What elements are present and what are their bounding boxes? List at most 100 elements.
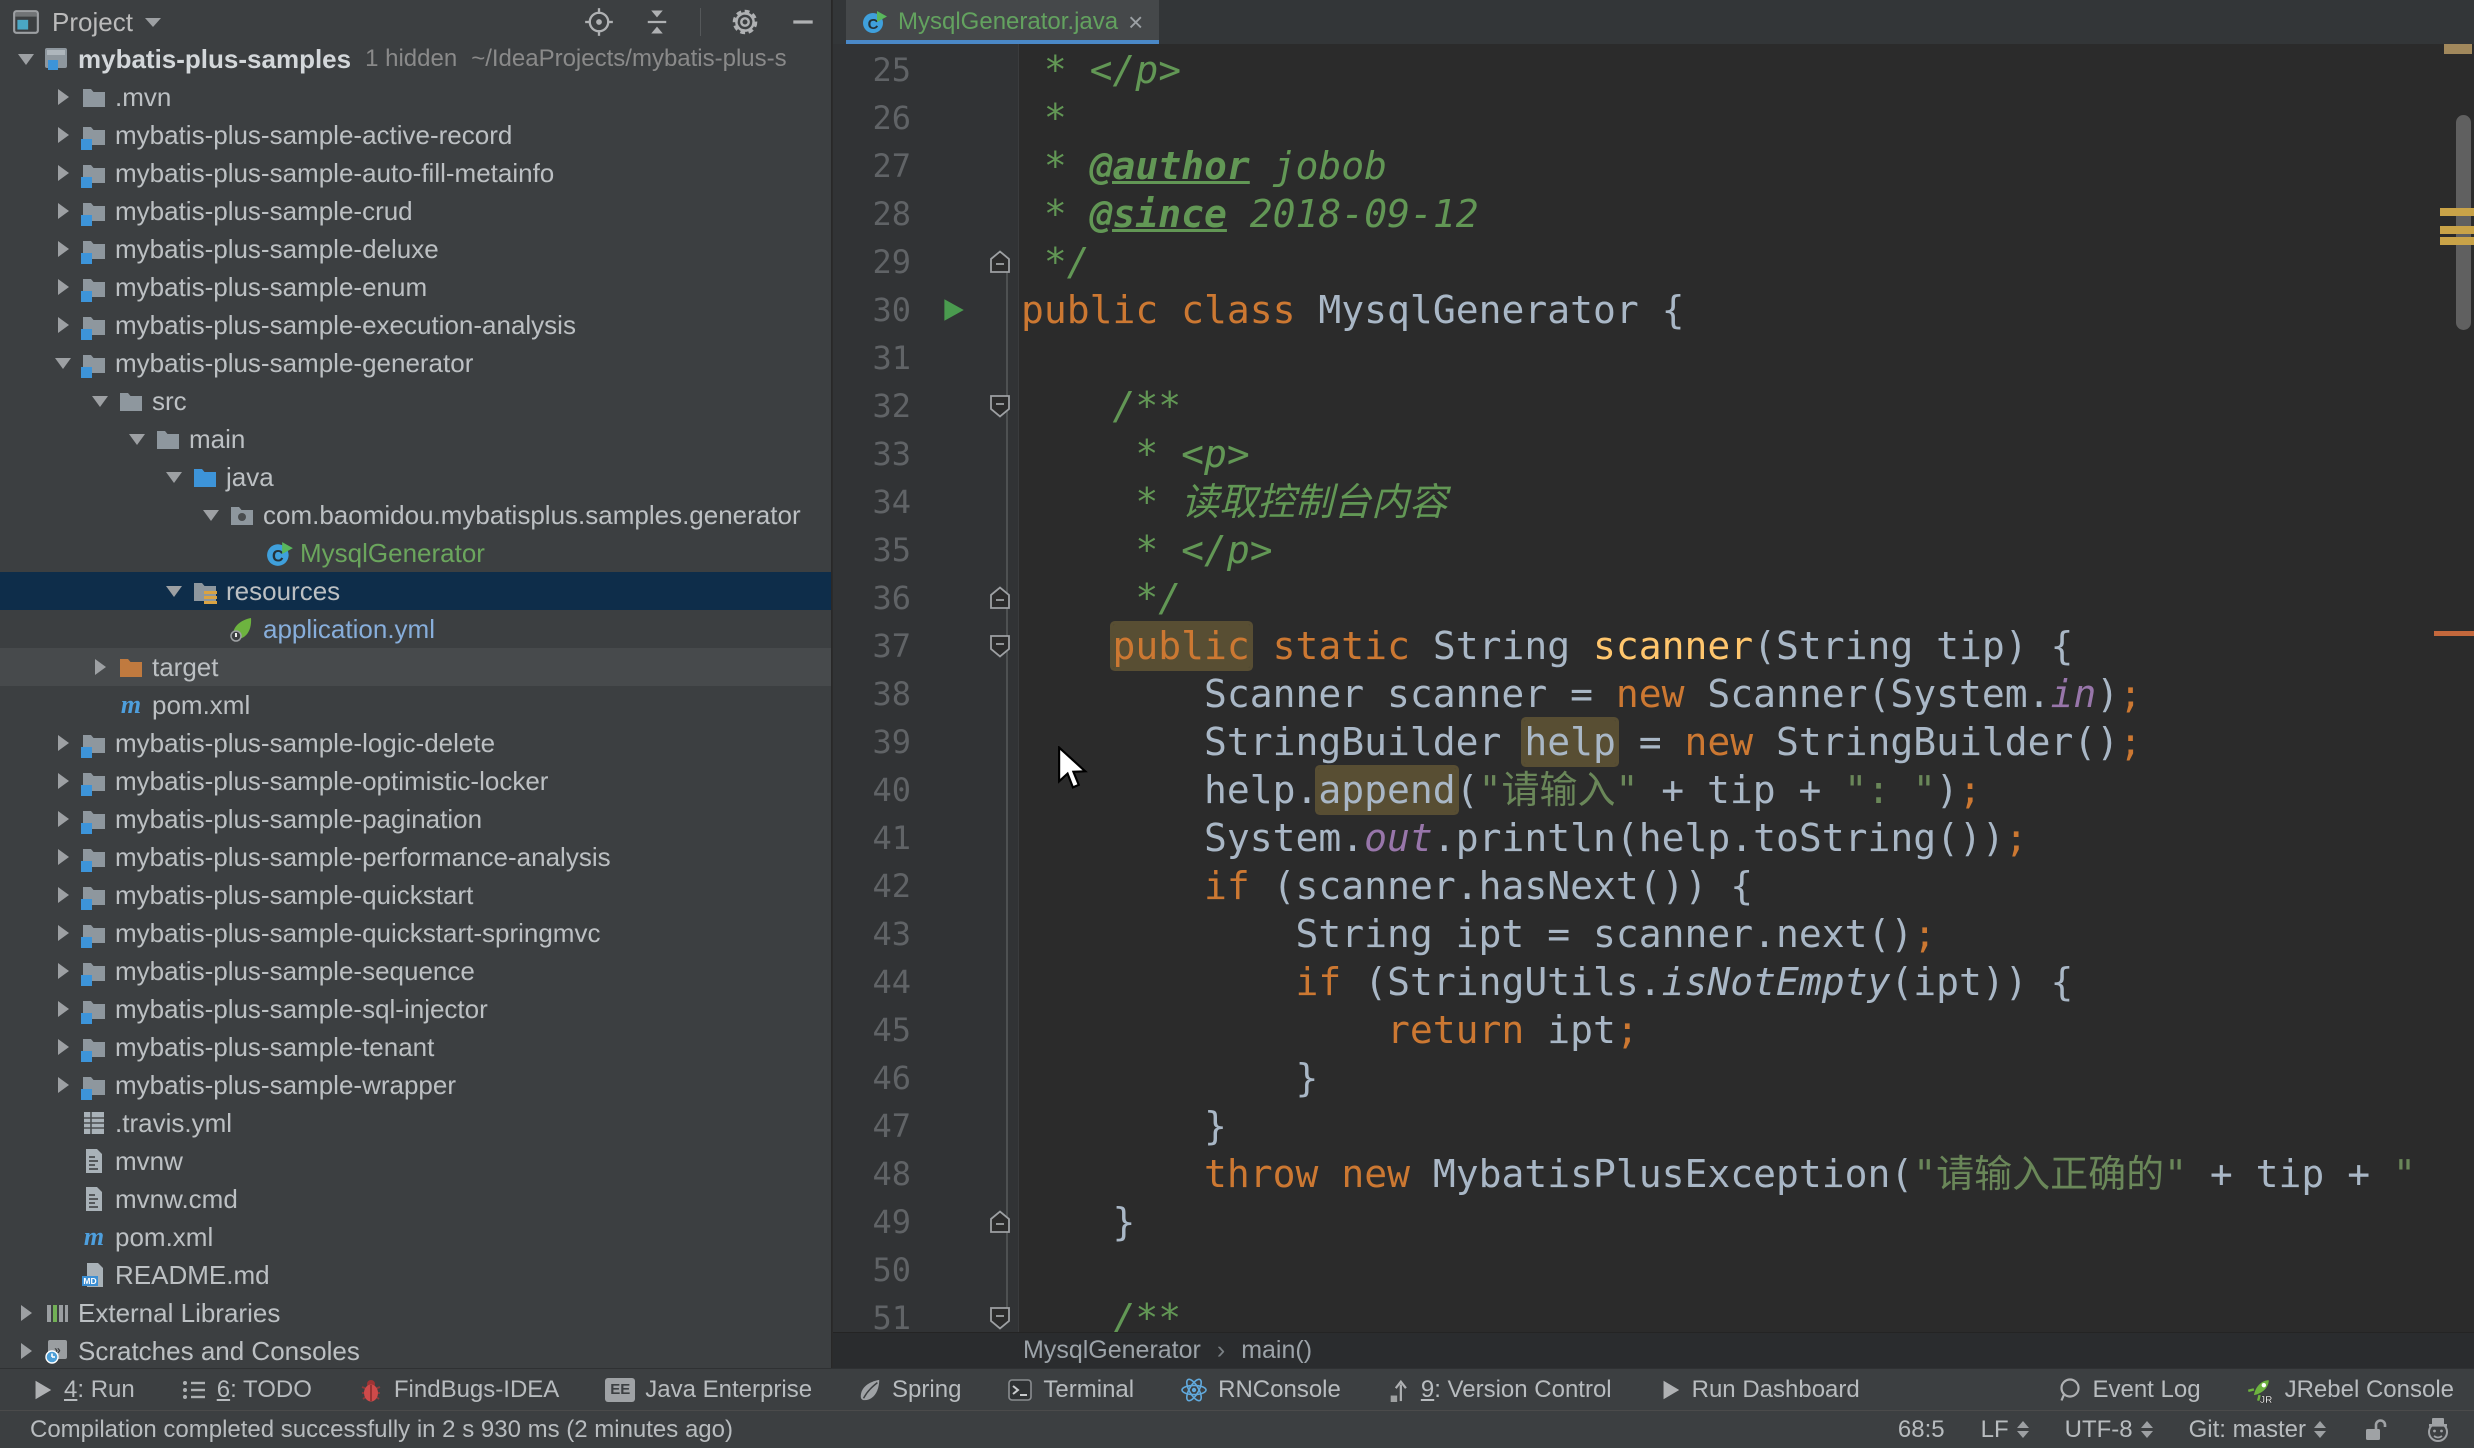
code-line-41[interactable]: 41 System.out.println(help.toString()); bbox=[833, 814, 2474, 862]
chevron-down-icon[interactable] bbox=[144, 17, 161, 27]
tree-item-mybatis-plus-sample-active-record[interactable]: mybatis-plus-sample-active-record bbox=[0, 116, 831, 154]
line-number[interactable]: 35 bbox=[833, 531, 911, 569]
stripe-mark-tan[interactable] bbox=[2444, 44, 2472, 54]
chevron-expanded-icon[interactable] bbox=[162, 464, 188, 490]
stripe-mark-yellow-3[interactable] bbox=[2440, 237, 2474, 245]
chevron-collapsed-icon[interactable] bbox=[51, 198, 77, 224]
chevron-collapsed-icon[interactable] bbox=[51, 996, 77, 1022]
code-line-46[interactable]: 46 } bbox=[833, 1054, 2474, 1102]
locate-file-icon[interactable] bbox=[584, 7, 614, 37]
code-line-29[interactable]: 29 */ bbox=[833, 238, 2474, 286]
chevron-collapsed-icon[interactable] bbox=[51, 920, 77, 946]
gear-icon[interactable] bbox=[729, 6, 761, 38]
code-line-48[interactable]: 48 throw new MybatisPlusException("请输入正确… bbox=[833, 1150, 2474, 1198]
toolwindow-button-todo[interactable]: 6: TODO bbox=[181, 1376, 312, 1404]
panel-title[interactable]: Project bbox=[52, 7, 133, 38]
tree-item-mybatis-plus-sample-sequence[interactable]: mybatis-plus-sample-sequence bbox=[0, 952, 831, 990]
code-line-31[interactable]: 31 bbox=[833, 334, 2474, 382]
tree-item-mvn[interactable]: .mvn bbox=[0, 78, 831, 116]
line-number[interactable]: 38 bbox=[833, 675, 911, 713]
tree-item-application-yml[interactable]: application.yml bbox=[0, 610, 831, 648]
toolwindow-button-java-enterprise[interactable]: EE Java Enterprise bbox=[605, 1376, 812, 1404]
tree-item-readme-md[interactable]: MD README.md bbox=[0, 1256, 831, 1294]
code-line-32[interactable]: 32 /** bbox=[833, 382, 2474, 430]
chevron-collapsed-icon[interactable] bbox=[51, 958, 77, 984]
line-number[interactable]: 51 bbox=[833, 1299, 911, 1332]
chevron-collapsed-icon[interactable] bbox=[51, 882, 77, 908]
chevron-expanded-icon[interactable] bbox=[14, 46, 40, 72]
line-number[interactable]: 26 bbox=[833, 99, 911, 137]
code-line-34[interactable]: 34 * 读取控制台内容 bbox=[833, 478, 2474, 526]
chevron-collapsed-icon[interactable] bbox=[51, 1072, 77, 1098]
toolwindow-button-run-dashboard[interactable]: Run Dashboard bbox=[1658, 1376, 1860, 1404]
toolwindow-button-run[interactable]: 4: Run bbox=[30, 1376, 135, 1404]
code-line-50[interactable]: 50 bbox=[833, 1246, 2474, 1294]
tree-item-resources[interactable]: resources bbox=[0, 572, 831, 610]
tree-item-mybatis-plus-sample-enum[interactable]: mybatis-plus-sample-enum bbox=[0, 268, 831, 306]
tree-item-mybatis-plus-sample-auto-fill-metainfo[interactable]: mybatis-plus-sample-auto-fill-metainfo bbox=[0, 154, 831, 192]
line-number[interactable]: 28 bbox=[833, 195, 911, 233]
code-line-43[interactable]: 43 String ipt = scanner.next(); bbox=[833, 910, 2474, 958]
chevron-collapsed-icon[interactable] bbox=[88, 654, 114, 680]
chevron-expanded-icon[interactable] bbox=[51, 350, 77, 376]
tree-item-pom-xml[interactable]: m pom.xml bbox=[0, 686, 831, 724]
code-line-25[interactable]: 25 * </p> bbox=[833, 46, 2474, 94]
line-separator-widget[interactable]: LF bbox=[1981, 1416, 2029, 1444]
hide-panel-icon[interactable] bbox=[789, 8, 817, 36]
code-line-51[interactable]: 51 /** bbox=[833, 1294, 2474, 1332]
line-number[interactable]: 25 bbox=[833, 51, 911, 89]
line-number[interactable]: 33 bbox=[833, 435, 911, 473]
code-line-35[interactable]: 35 * </p> bbox=[833, 526, 2474, 574]
tree-item-mvnw-cmd[interactable]: mvnw.cmd bbox=[0, 1180, 831, 1218]
inspections-widget[interactable] bbox=[2424, 1416, 2452, 1444]
chevron-collapsed-icon[interactable] bbox=[14, 1338, 40, 1364]
chevron-collapsed-icon[interactable] bbox=[51, 84, 77, 110]
tree-item-external-libraries[interactable]: External Libraries bbox=[0, 1294, 831, 1332]
tree-item-mysqlgenerator[interactable]: C MysqlGenerator bbox=[0, 534, 831, 572]
readonly-toggle[interactable] bbox=[2362, 1417, 2388, 1443]
line-number[interactable]: 36 bbox=[833, 579, 911, 617]
code-line-45[interactable]: 45 return ipt; bbox=[833, 1006, 2474, 1054]
code-line-26[interactable]: 26 * bbox=[833, 94, 2474, 142]
line-number[interactable]: 44 bbox=[833, 963, 911, 1001]
stripe-mark-orange[interactable] bbox=[2434, 631, 2474, 636]
tree-item-target[interactable]: target bbox=[0, 648, 831, 686]
code-line-27[interactable]: 27 * @author jobob bbox=[833, 142, 2474, 190]
tree-item-com-baomidou-mybatisplus-samples-generator[interactable]: com.baomidou.mybatisplus.samples.generat… bbox=[0, 496, 831, 534]
line-number[interactable]: 50 bbox=[833, 1251, 911, 1289]
line-number[interactable]: 32 bbox=[833, 387, 911, 425]
line-number[interactable]: 43 bbox=[833, 915, 911, 953]
tree-item-mybatis-plus-sample-execution-analysis[interactable]: mybatis-plus-sample-execution-analysis bbox=[0, 306, 831, 344]
code-line-49[interactable]: 49 } bbox=[833, 1198, 2474, 1246]
tree-item-mybatis-plus-sample-logic-delete[interactable]: mybatis-plus-sample-logic-delete bbox=[0, 724, 831, 762]
line-number[interactable]: 27 bbox=[833, 147, 911, 185]
stripe-mark-yellow-1[interactable] bbox=[2440, 208, 2474, 216]
tree-item-mybatis-plus-sample-quickstart-springmvc[interactable]: mybatis-plus-sample-quickstart-springmvc bbox=[0, 914, 831, 952]
code-line-42[interactable]: 42 if (scanner.hasNext()) { bbox=[833, 862, 2474, 910]
chevron-collapsed-icon[interactable] bbox=[51, 122, 77, 148]
line-number[interactable]: 30 bbox=[833, 291, 911, 329]
tree-item-mybatis-plus-sample-pagination[interactable]: mybatis-plus-sample-pagination bbox=[0, 800, 831, 838]
tree-item-mybatis-plus-sample-wrapper[interactable]: mybatis-plus-sample-wrapper bbox=[0, 1066, 831, 1104]
tree-item-mybatis-plus-sample-tenant[interactable]: mybatis-plus-sample-tenant bbox=[0, 1028, 831, 1066]
tree-item-mybatis-plus-samples[interactable]: mybatis-plus-samples 1 hidden ~/IdeaProjec… bbox=[0, 40, 831, 78]
git-branch-widget[interactable]: Git: master bbox=[2189, 1416, 2326, 1444]
tree-item-mybatis-plus-sample-quickstart[interactable]: mybatis-plus-sample-quickstart bbox=[0, 876, 831, 914]
toolwindow-button-terminal[interactable]: Terminal bbox=[1007, 1376, 1134, 1404]
code-line-33[interactable]: 33 * <p> bbox=[833, 430, 2474, 478]
line-number[interactable]: 40 bbox=[833, 771, 911, 809]
tree-item-java[interactable]: java bbox=[0, 458, 831, 496]
chevron-collapsed-icon[interactable] bbox=[51, 844, 77, 870]
line-number[interactable]: 48 bbox=[833, 1155, 911, 1193]
tree-item-mybatis-plus-sample-generator[interactable]: mybatis-plus-sample-generator bbox=[0, 344, 831, 382]
chevron-expanded-icon[interactable] bbox=[88, 388, 114, 414]
line-number[interactable]: 42 bbox=[833, 867, 911, 905]
encoding-widget[interactable]: UTF-8 bbox=[2065, 1416, 2153, 1444]
line-number[interactable]: 46 bbox=[833, 1059, 911, 1097]
chevron-collapsed-icon[interactable] bbox=[14, 1300, 40, 1326]
toolwindow-button-version-control[interactable]: 9: Version Control bbox=[1387, 1376, 1612, 1404]
breadcrumb-item-mysqlgenerator[interactable]: MysqlGenerator bbox=[1023, 1336, 1201, 1365]
code-editor[interactable]: 25 * </p> 26 * 27 * @author jobob 28 * @sin… bbox=[833, 44, 2474, 1332]
editor-scrollbar[interactable] bbox=[2456, 115, 2471, 330]
line-number[interactable]: 45 bbox=[833, 1011, 911, 1049]
